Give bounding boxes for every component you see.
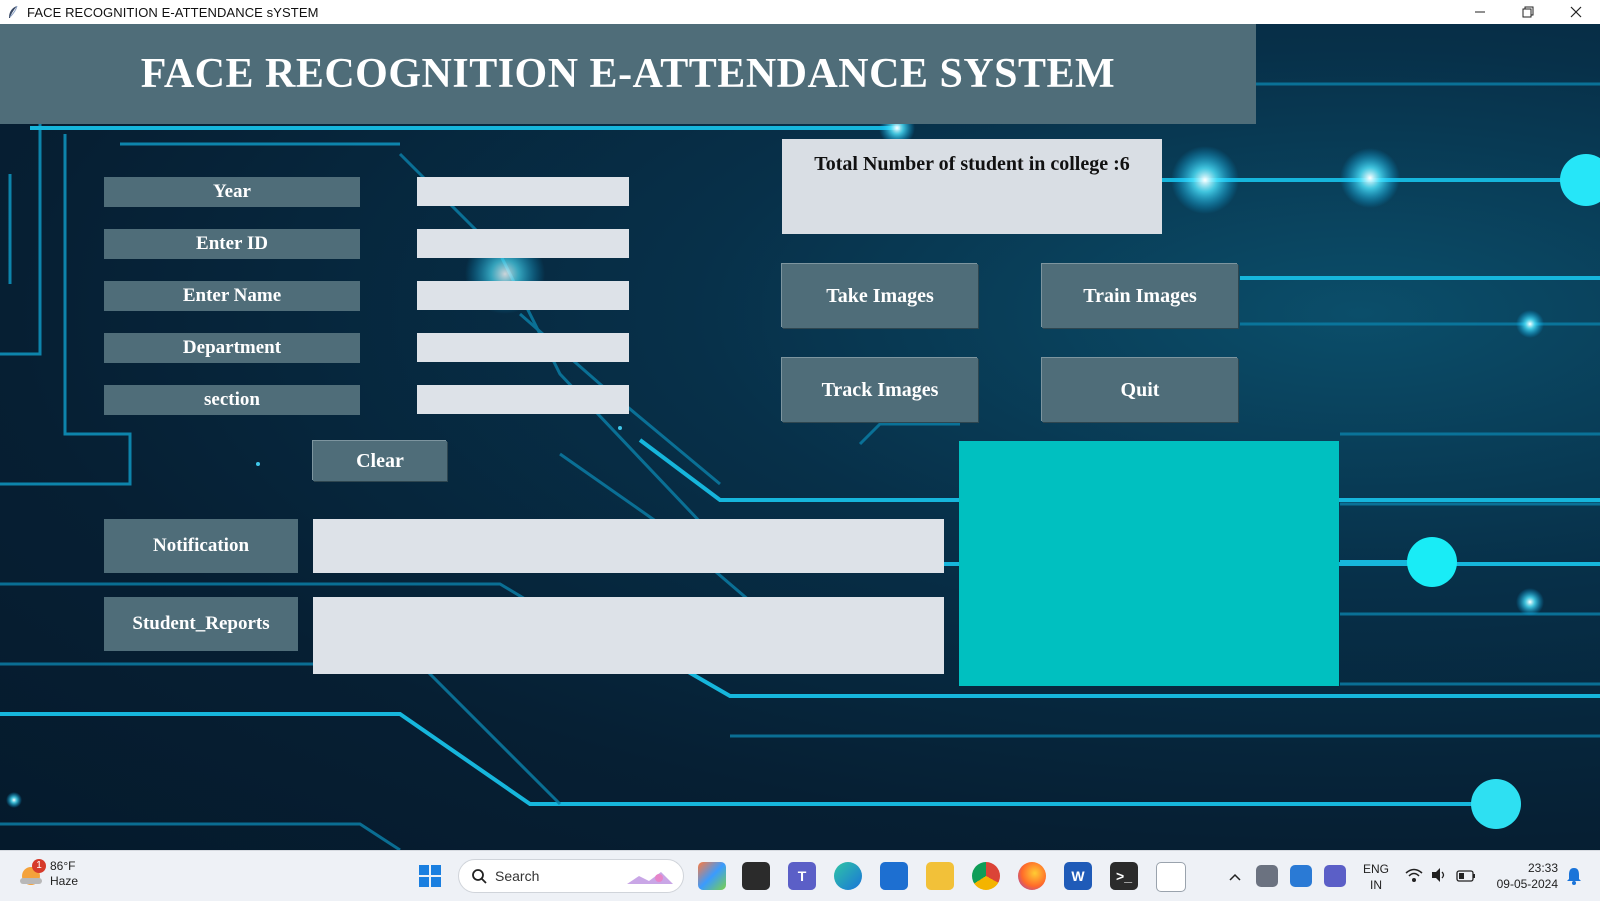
- page-title: FACE RECOGNITION E-ATTENDANCE SYSTEM: [140, 51, 1116, 97]
- search-highlight-icon: [625, 866, 675, 886]
- id-label: Enter ID: [104, 229, 360, 259]
- teams-tray-icon[interactable]: [1324, 865, 1346, 887]
- glow-dot: [1516, 310, 1544, 338]
- year-label: Year: [104, 177, 360, 207]
- name-label: Enter Name: [104, 281, 360, 311]
- attendance-display-panel: [959, 441, 1339, 686]
- language-code: ENG: [1362, 862, 1389, 876]
- restore-icon[interactable]: [1504, 0, 1552, 24]
- window-title: FACE RECOGNITION E-ATTENDANCE sYSTEM: [27, 4, 319, 20]
- notification-field: [313, 519, 944, 573]
- taskbar: 1 86°F Haze Search T W >_ ENG IN 23:33 0…: [0, 850, 1600, 901]
- quit-button[interactable]: Quit: [1042, 358, 1238, 422]
- section-label: section: [104, 385, 360, 415]
- word-icon[interactable]: W: [1064, 862, 1092, 890]
- search-placeholder: Search: [495, 868, 540, 884]
- start-icon[interactable]: [416, 862, 444, 890]
- close-icon[interactable]: [1552, 0, 1600, 24]
- weather-icon: 1: [18, 859, 46, 887]
- chevron-up-icon[interactable]: [1228, 869, 1242, 887]
- firefox-icon[interactable]: [1018, 862, 1046, 890]
- minimize-icon[interactable]: [1456, 0, 1504, 24]
- weather-badge: 1: [32, 859, 46, 873]
- store-icon[interactable]: [880, 862, 908, 890]
- weather-condition: Haze: [50, 874, 79, 888]
- app-window: FACE RECOGNITION E-ATTENDANCE SYSTEM Yea…: [0, 24, 1600, 850]
- cyan-node: [1560, 154, 1600, 206]
- weather-temp: 86°F: [50, 859, 76, 873]
- track-images-button[interactable]: Track Images: [782, 358, 978, 422]
- notification-bell-icon[interactable]: [1566, 867, 1582, 890]
- weather-widget[interactable]: 1 86°F Haze: [18, 859, 78, 889]
- cyan-node: [1471, 779, 1521, 829]
- glow-dot: [1516, 588, 1544, 616]
- take-images-button[interactable]: Take Images: [782, 264, 978, 328]
- train-images-button[interactable]: Train Images: [1042, 264, 1238, 328]
- glow-dot: [1340, 148, 1400, 208]
- copilot-icon[interactable]: [698, 862, 726, 890]
- battery-icon[interactable]: [1456, 869, 1476, 887]
- name-input[interactable]: [417, 281, 629, 310]
- task-view-icon[interactable]: [742, 862, 770, 890]
- clock[interactable]: 23:33 09-05-2024: [1486, 860, 1558, 892]
- feather-icon: [5, 4, 21, 20]
- reports-field: [313, 597, 944, 674]
- notification-label: Notification: [104, 519, 298, 573]
- total-students-box: Total Number of student in college :6: [782, 139, 1162, 234]
- document-icon[interactable]: [1156, 862, 1186, 892]
- window-titlebar: FACE RECOGNITION E-ATTENDANCE sYSTEM: [0, 0, 1600, 24]
- clock-time: 23:33: [1527, 861, 1558, 875]
- file-explorer-icon[interactable]: [926, 862, 954, 890]
- glow-dot: [6, 792, 22, 808]
- cyan-node: [1407, 537, 1457, 587]
- app-header: FACE RECOGNITION E-ATTENDANCE SYSTEM: [0, 24, 1256, 124]
- volume-icon[interactable]: [1430, 867, 1448, 888]
- year-input[interactable]: [417, 177, 629, 206]
- cloud-icon[interactable]: [1256, 865, 1278, 887]
- teams-icon[interactable]: T: [788, 862, 816, 890]
- glow-dot: [1171, 146, 1239, 214]
- department-label: Department: [104, 333, 360, 363]
- reports-label: Student_Reports: [104, 597, 298, 651]
- clear-button[interactable]: Clear: [313, 441, 447, 481]
- language-indicator[interactable]: ENG IN: [1360, 861, 1392, 893]
- wifi-icon[interactable]: [1405, 867, 1423, 888]
- terminal-icon[interactable]: >_: [1110, 862, 1138, 890]
- section-input[interactable]: [417, 385, 629, 414]
- edge-icon[interactable]: [834, 862, 862, 890]
- clock-date: 09-05-2024: [1496, 877, 1558, 891]
- taskbar-search[interactable]: Search: [458, 859, 684, 893]
- search-icon: [471, 868, 487, 884]
- department-input[interactable]: [417, 333, 629, 362]
- region-code: IN: [1370, 878, 1382, 892]
- chrome-icon[interactable]: [972, 862, 1000, 890]
- id-input[interactable]: [417, 229, 629, 258]
- shield-icon[interactable]: [1290, 865, 1312, 887]
